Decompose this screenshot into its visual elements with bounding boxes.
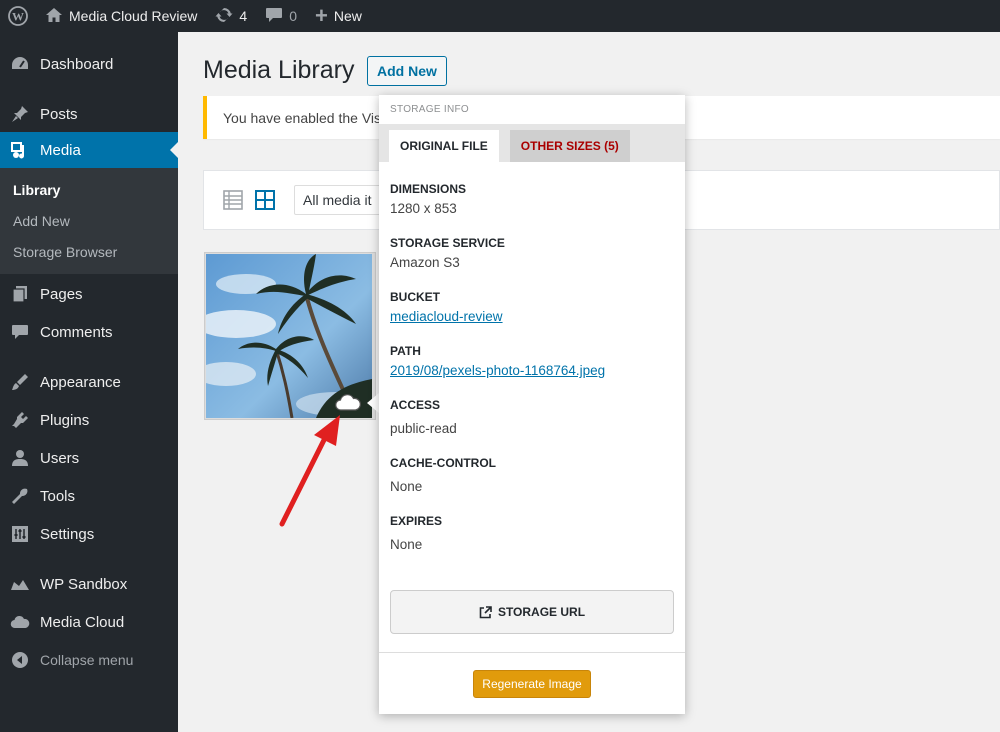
bucket-link[interactable]: mediacloud-review: [390, 309, 674, 324]
sidebar-item-label: Posts: [40, 105, 78, 123]
sidebar-item-label: Dashboard: [40, 55, 114, 73]
comment-icon: [265, 7, 283, 26]
sidebar-item-appearance[interactable]: Appearance: [0, 364, 178, 400]
wordpress-logo-icon[interactable]: W: [0, 0, 36, 32]
sidebar-item-media[interactable]: Media: [0, 132, 178, 168]
sidebar-item-label: Pages: [40, 285, 83, 303]
sidebar-item-comments[interactable]: Comments: [0, 314, 178, 350]
sidebar-item-settings[interactable]: Settings: [0, 516, 178, 552]
home-icon: [45, 7, 63, 26]
popup-header: STORAGE INFO: [390, 104, 469, 115]
sidebar-item-label: Users: [40, 449, 80, 467]
new-label: New: [333, 8, 362, 24]
updates-link[interactable]: 4: [206, 0, 256, 32]
sandbox-icon: [10, 574, 30, 594]
field-label: EXPIRES: [390, 514, 443, 528]
page-title: Media Library: [203, 56, 355, 84]
sidebar-item-media-cloud[interactable]: Media Cloud: [0, 604, 178, 640]
sidebar-item-label: Comments: [40, 323, 113, 341]
sidebar-item-pages[interactable]: Pages: [0, 276, 178, 312]
popup-pointer: [367, 393, 379, 413]
comments-count: 0: [289, 8, 297, 24]
sidebar-item-posts[interactable]: Posts: [0, 96, 178, 132]
field-access: ACCESS public-read: [390, 398, 674, 436]
field-value: 1280 x 853: [390, 201, 457, 216]
updates-count: 4: [239, 8, 248, 24]
path-link[interactable]: 2019/08/pexels-photo-1168764.jpeg: [390, 363, 674, 378]
sidebar-item-dashboard[interactable]: Dashboard: [0, 46, 178, 82]
new-content-link[interactable]: + New: [306, 0, 371, 32]
red-arrow-annotation-icon: [279, 415, 340, 527]
list-view-icon[interactable]: [222, 189, 244, 211]
admin-sidebar: Dashboard Posts Media Library Add New St…: [0, 32, 178, 732]
media-icon: [10, 140, 30, 160]
comment-icon: [10, 322, 30, 342]
plus-icon: +: [315, 3, 328, 28]
sidebar-item-users[interactable]: Users: [0, 440, 178, 476]
collapse-menu-button[interactable]: Collapse menu: [0, 642, 178, 678]
field-value: None: [390, 479, 423, 494]
field-label: CACHE-CONTROL: [390, 456, 496, 470]
cloud-storage-badge-icon[interactable]: [334, 393, 362, 411]
sidebar-item-label: Media Cloud: [40, 613, 125, 631]
sidebar-item-label: WP Sandbox: [40, 575, 128, 593]
tab-original-file[interactable]: ORIGINAL FILE: [389, 130, 499, 162]
sidebar-item-label: Plugins: [40, 411, 90, 429]
submenu-item-library[interactable]: Library: [0, 174, 178, 205]
brush-icon: [10, 372, 30, 392]
field-path: PATH 2019/08/pexels-photo-1168764.jpeg: [390, 344, 674, 378]
user-icon: [10, 448, 30, 468]
field-storage-service: STORAGE SERVICE Amazon S3: [390, 236, 674, 270]
regenerate-image-button[interactable]: Regenerate Image: [473, 670, 591, 698]
field-dimensions: DIMENSIONS 1280 x 853: [390, 182, 674, 216]
field-label: PATH: [390, 344, 421, 358]
popup-divider: [379, 652, 685, 653]
plugin-icon: [10, 410, 30, 430]
field-cache-control: CACHE-CONTROL None: [390, 456, 674, 494]
field-value: public-read: [390, 421, 457, 436]
comments-link[interactable]: 0: [256, 0, 306, 32]
field-label: DIMENSIONS: [390, 182, 467, 196]
storage-fields: DIMENSIONS 1280 x 853 STORAGE SERVICE Am…: [379, 162, 685, 552]
sidebar-item-plugins[interactable]: Plugins: [0, 402, 178, 438]
storage-info-popup: STORAGE INFO ORIGINAL FILE OTHER SIZES (…: [379, 95, 685, 714]
media-submenu: Library Add New Storage Browser: [0, 168, 178, 274]
storage-url-label: STORAGE URL: [497, 605, 586, 619]
submenu-item-storage-browser[interactable]: Storage Browser: [0, 236, 178, 267]
add-new-button[interactable]: Add New: [367, 56, 447, 86]
field-value: Amazon S3: [390, 255, 460, 270]
sidebar-item-label: Tools: [40, 487, 76, 505]
collapse-arrow-icon: [10, 650, 30, 670]
cloud-icon: [10, 612, 30, 632]
sliders-icon: [10, 524, 30, 544]
grid-view-icon[interactable]: [254, 189, 276, 211]
wrench-icon: [10, 486, 30, 506]
svg-text:W: W: [12, 10, 24, 24]
field-value: None: [390, 537, 423, 552]
field-label: BUCKET: [390, 290, 440, 304]
field-label: STORAGE SERVICE: [390, 236, 505, 250]
sidebar-item-label: Settings: [40, 525, 95, 543]
dashboard-icon: [10, 54, 30, 74]
sidebar-item-wp-sandbox[interactable]: WP Sandbox: [0, 566, 178, 602]
pages-icon: [10, 284, 30, 304]
external-link-icon: [479, 605, 492, 618]
admin-bar: W Media Cloud Review 4 0 + New: [0, 0, 1000, 32]
tab-other-sizes[interactable]: OTHER SIZES (5): [509, 130, 630, 162]
submenu-item-add-new[interactable]: Add New: [0, 205, 178, 236]
sidebar-item-label: Appearance: [40, 373, 121, 391]
field-label: ACCESS: [390, 398, 441, 412]
popup-tabs: ORIGINAL FILE OTHER SIZES (5): [379, 124, 685, 162]
storage-url-button[interactable]: STORAGE URL: [390, 590, 674, 634]
collapse-menu-label: Collapse menu: [40, 652, 134, 668]
field-expires: EXPIRES None: [390, 514, 674, 552]
site-name-link[interactable]: Media Cloud Review: [36, 0, 206, 32]
pin-icon: [10, 104, 30, 124]
field-bucket: BUCKET mediacloud-review: [390, 290, 674, 324]
notice-text: You have enabled the Vis: [223, 109, 382, 126]
sidebar-item-label: Media: [40, 141, 81, 159]
refresh-icon: [215, 6, 233, 27]
sidebar-item-tools[interactable]: Tools: [0, 478, 178, 514]
site-name: Media Cloud Review: [69, 8, 198, 24]
